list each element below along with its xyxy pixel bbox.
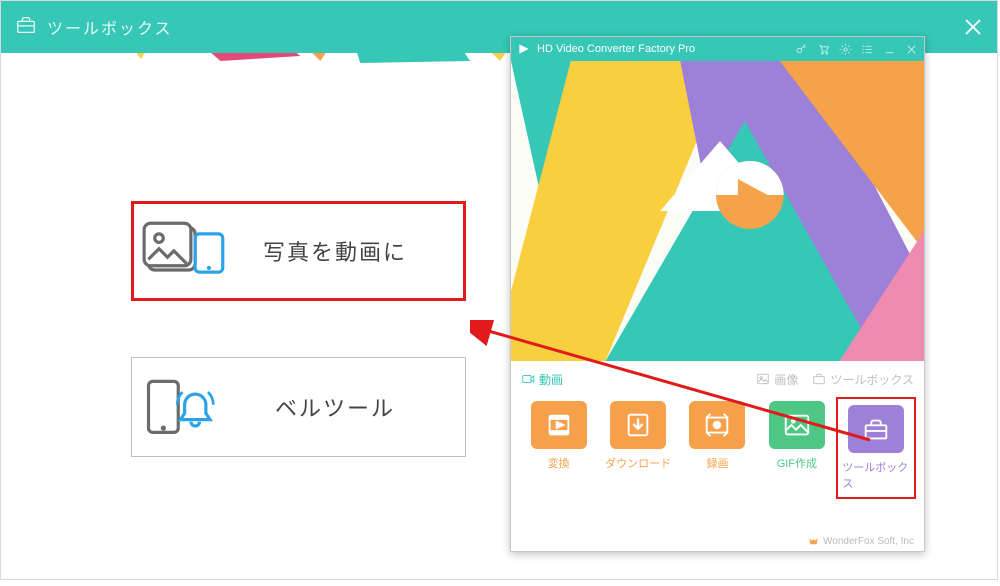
cart-icon[interactable] [816,42,830,56]
footer: WonderFox Soft, Inc [808,536,914,547]
photo-to-video-icon [142,216,227,286]
section-tabs: 動画 画像 ツールボックス [511,365,924,393]
app-title: HD Video Converter Factory Pro [537,43,695,55]
key-icon[interactable] [794,42,808,56]
minimize-button[interactable] [882,42,896,56]
close-button[interactable] [961,15,985,39]
app-titlebar: HD Video Converter Factory Pro [511,37,924,61]
tool-row: 変換 ダウンロード 録画 GIF作成 ツールボックス [511,393,924,499]
footer-text: WonderFox Soft, Inc [823,536,914,547]
photo-to-video-label: 写真を動画に [227,235,463,267]
gear-icon[interactable] [838,42,852,56]
section-video[interactable]: 動画 [521,371,563,388]
gif-icon [769,401,825,449]
tool-download-label: ダウンロード [605,455,671,471]
photo-to-video-option[interactable]: 写真を動画に [131,201,466,301]
hero-art [511,61,924,361]
close-button[interactable] [904,42,918,56]
tool-record[interactable]: 録画 [681,401,753,495]
tool-convert-label: 変換 [548,455,570,471]
tool-download[interactable]: ダウンロード [602,401,674,495]
convert-icon [531,401,587,449]
bell-tool-label: ベルツール [225,391,465,423]
tool-convert[interactable]: 変換 [523,401,595,495]
download-icon [610,401,666,449]
app-logo-icon [517,42,531,56]
section-video-label: 動画 [539,371,563,388]
list-icon[interactable] [860,42,874,56]
section-image[interactable]: 画像 [756,371,798,388]
bell-tool-icon [140,372,225,442]
tool-toolbox[interactable]: ツールボックス [840,401,912,495]
fox-icon [808,536,819,547]
app-window: HD Video Converter Factory Pro [510,36,925,552]
section-toolbox[interactable]: ツールボックス [812,371,914,388]
record-icon [689,401,745,449]
tool-record-label: 録画 [706,455,728,471]
tool-gif-label: GIF作成 [777,455,817,471]
tool-gif[interactable]: GIF作成 [761,401,833,495]
tool-toolbox-label: ツールボックス [842,459,910,491]
section-image-label: 画像 [774,371,798,388]
section-toolbox-label: ツールボックス [830,371,914,388]
toolbox-title-icon [15,14,37,41]
toolbox-title: ツールボックス [47,15,173,39]
toolbox-icon [848,405,904,453]
bell-tool-option[interactable]: ベルツール [131,357,466,457]
